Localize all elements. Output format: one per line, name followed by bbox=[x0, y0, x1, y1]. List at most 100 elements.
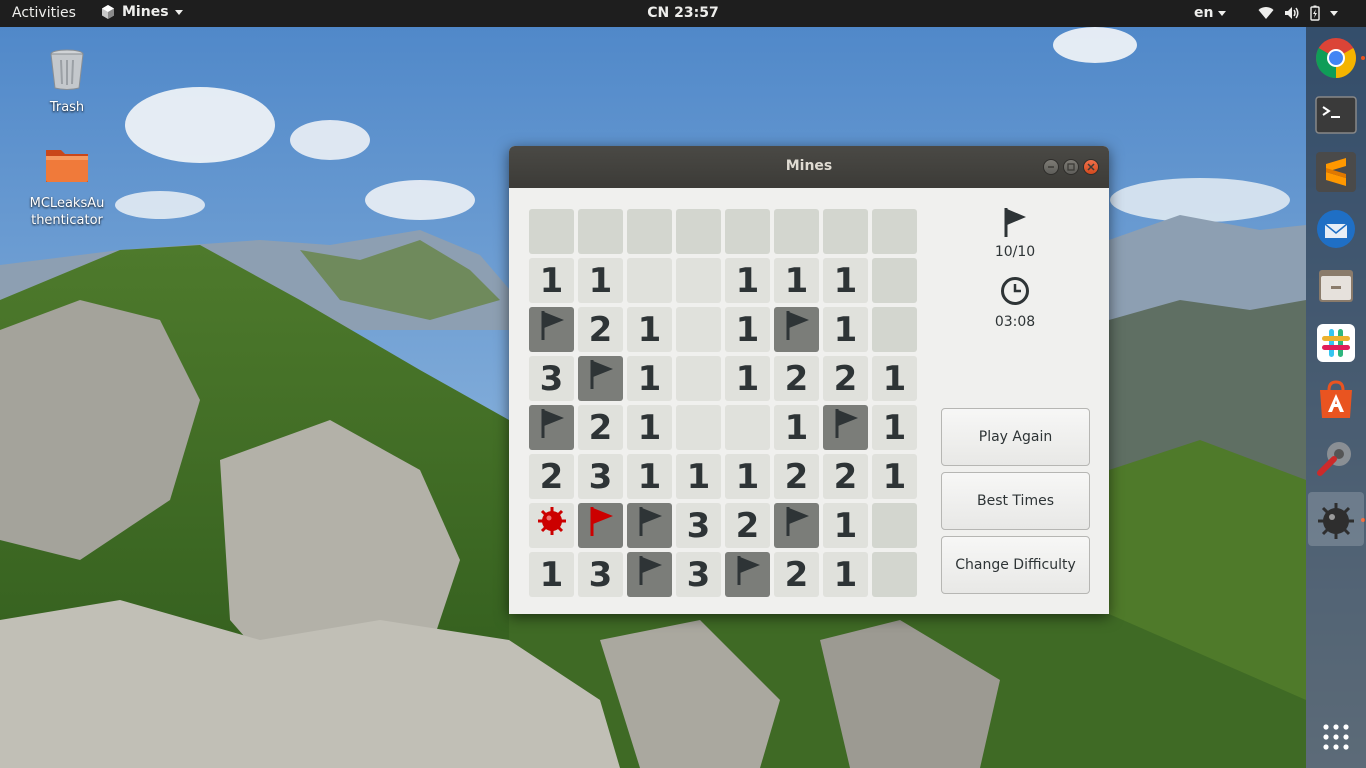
flag-icon bbox=[832, 407, 860, 448]
cell-number[interactable]: 2 bbox=[725, 503, 770, 548]
cell-number[interactable]: 1 bbox=[676, 454, 721, 499]
cell-number[interactable]: 2 bbox=[823, 356, 868, 401]
cell-covered[interactable] bbox=[676, 209, 721, 254]
cell-number[interactable]: 1 bbox=[774, 258, 819, 303]
files-icon[interactable] bbox=[1314, 264, 1358, 308]
cell-flagged[interactable] bbox=[725, 552, 770, 597]
desktop-icon-mcleaksauthenticator[interactable]: MCLeaksAu thenticator bbox=[22, 140, 112, 229]
cell-number[interactable]: 1 bbox=[872, 356, 917, 401]
cell-flagged[interactable] bbox=[774, 503, 819, 548]
clock[interactable]: CN 23:57 bbox=[647, 5, 718, 21]
sublime-text-icon[interactable] bbox=[1314, 150, 1358, 194]
window-title: Mines bbox=[785, 158, 833, 174]
system-tools-icon[interactable] bbox=[1314, 435, 1358, 479]
minefield: 11111211131122121112311122132113321 bbox=[529, 209, 917, 597]
mines-app-icon bbox=[102, 5, 114, 19]
cell-number[interactable]: 2 bbox=[774, 552, 819, 597]
cell-number[interactable]: 1 bbox=[774, 405, 819, 450]
cell-number[interactable]: 1 bbox=[627, 454, 672, 499]
window-titlebar[interactable]: Mines bbox=[509, 146, 1109, 188]
cell-flagged[interactable] bbox=[529, 405, 574, 450]
flag-icon bbox=[538, 309, 566, 350]
system-menu[interactable] bbox=[1258, 5, 1338, 21]
play-again-button[interactable]: Play Again bbox=[941, 408, 1090, 466]
cell-number[interactable]: 1 bbox=[627, 356, 672, 401]
cell-empty[interactable] bbox=[725, 405, 770, 450]
cell-empty[interactable] bbox=[627, 258, 672, 303]
cell-number[interactable]: 2 bbox=[774, 454, 819, 499]
flag-icon bbox=[587, 358, 615, 399]
minimize-button[interactable] bbox=[1043, 159, 1059, 175]
chrome-icon[interactable] bbox=[1314, 36, 1358, 80]
cell-number[interactable]: 1 bbox=[872, 405, 917, 450]
cell-covered[interactable] bbox=[529, 209, 574, 254]
cell-number[interactable]: 1 bbox=[725, 454, 770, 499]
terminal-icon[interactable] bbox=[1314, 93, 1358, 137]
cell-number[interactable]: 2 bbox=[529, 454, 574, 499]
cell-covered[interactable] bbox=[872, 209, 917, 254]
cell-wrong-flag[interactable] bbox=[578, 503, 623, 548]
cell-number[interactable]: 1 bbox=[725, 258, 770, 303]
app-menu-label: Mines bbox=[122, 4, 169, 20]
cell-number[interactable]: 2 bbox=[578, 307, 623, 352]
cell-exploded-mine[interactable] bbox=[529, 503, 574, 548]
cell-covered[interactable] bbox=[823, 209, 868, 254]
ubuntu-software-icon[interactable] bbox=[1314, 378, 1358, 422]
slack-icon[interactable] bbox=[1314, 321, 1358, 365]
cell-covered[interactable] bbox=[774, 209, 819, 254]
cell-flagged[interactable] bbox=[578, 356, 623, 401]
minimize-icon bbox=[1048, 166, 1054, 168]
language-selector[interactable]: en bbox=[1194, 5, 1227, 21]
cell-number[interactable]: 1 bbox=[872, 454, 917, 499]
cell-number[interactable]: 1 bbox=[823, 552, 868, 597]
cell-empty[interactable] bbox=[676, 307, 721, 352]
cell-flagged[interactable] bbox=[627, 552, 672, 597]
cell-number[interactable]: 1 bbox=[578, 258, 623, 303]
maximize-button[interactable] bbox=[1063, 159, 1079, 175]
cell-number[interactable]: 1 bbox=[627, 307, 672, 352]
cell-number[interactable]: 3 bbox=[578, 552, 623, 597]
cell-number[interactable]: 2 bbox=[578, 405, 623, 450]
cell-number[interactable]: 3 bbox=[676, 503, 721, 548]
mines-icon[interactable] bbox=[1314, 497, 1358, 541]
cell-flagged[interactable] bbox=[627, 503, 672, 548]
cell-number[interactable]: 3 bbox=[529, 356, 574, 401]
cell-covered[interactable] bbox=[725, 209, 770, 254]
cell-number[interactable]: 1 bbox=[529, 258, 574, 303]
close-icon bbox=[1087, 163, 1095, 171]
app-menu[interactable]: Mines bbox=[100, 4, 183, 20]
cell-number[interactable]: 3 bbox=[578, 454, 623, 499]
best-times-button[interactable]: Best Times bbox=[941, 472, 1090, 530]
thunderbird-icon[interactable] bbox=[1314, 207, 1358, 251]
cell-covered[interactable] bbox=[578, 209, 623, 254]
elapsed-time: 03:08 bbox=[994, 314, 1036, 330]
cell-number[interactable]: 1 bbox=[725, 356, 770, 401]
activities-button[interactable]: Activities bbox=[12, 5, 76, 21]
cell-number[interactable]: 1 bbox=[823, 258, 868, 303]
cell-flagged[interactable] bbox=[774, 307, 819, 352]
cell-covered[interactable] bbox=[627, 209, 672, 254]
cell-covered[interactable] bbox=[872, 258, 917, 303]
cell-number[interactable]: 2 bbox=[823, 454, 868, 499]
cell-covered[interactable] bbox=[872, 307, 917, 352]
chevron-down-icon bbox=[1330, 10, 1338, 16]
cell-number[interactable]: 1 bbox=[725, 307, 770, 352]
desktop-icon-label: Trash bbox=[49, 100, 85, 115]
cell-number[interactable]: 1 bbox=[823, 503, 868, 548]
cell-covered[interactable] bbox=[872, 552, 917, 597]
cell-number[interactable]: 2 bbox=[774, 356, 819, 401]
desktop-icon-trash[interactable]: Trash bbox=[22, 44, 112, 116]
cell-number[interactable]: 1 bbox=[823, 307, 868, 352]
cell-flagged[interactable] bbox=[529, 307, 574, 352]
cell-flagged[interactable] bbox=[823, 405, 868, 450]
change-difficulty-button[interactable]: Change Difficulty bbox=[941, 536, 1090, 594]
cell-number[interactable]: 1 bbox=[627, 405, 672, 450]
cell-number[interactable]: 1 bbox=[529, 552, 574, 597]
cell-empty[interactable] bbox=[676, 405, 721, 450]
close-button[interactable] bbox=[1083, 159, 1099, 175]
cell-covered[interactable] bbox=[872, 503, 917, 548]
show-applications-icon[interactable] bbox=[1314, 715, 1358, 759]
cell-number[interactable]: 3 bbox=[676, 552, 721, 597]
cell-empty[interactable] bbox=[676, 356, 721, 401]
cell-empty[interactable] bbox=[676, 258, 721, 303]
